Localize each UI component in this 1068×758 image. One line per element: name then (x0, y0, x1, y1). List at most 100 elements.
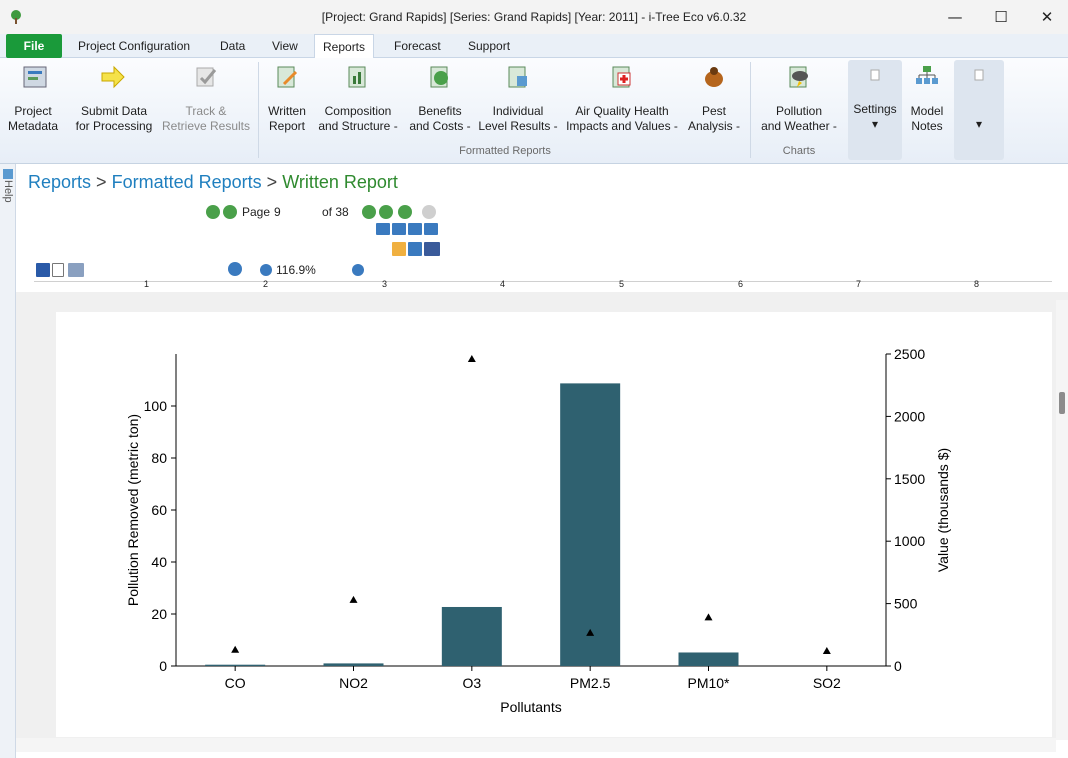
breadcrumb-reports[interactable]: Reports (28, 172, 91, 192)
minimize-button[interactable]: — (932, 0, 978, 34)
value-marker (704, 613, 713, 621)
vertical-scrollbar[interactable] (1056, 300, 1068, 740)
individual-level-button[interactable]: Individual Level Results - (474, 62, 562, 140)
hand-tool-icon[interactable] (392, 242, 406, 256)
page-number-input[interactable]: 9 (274, 205, 318, 219)
track-label-1: Track & (185, 104, 227, 118)
multi-page-view-icon[interactable] (424, 223, 438, 235)
extra-dropdown-button[interactable]: ▾ (954, 62, 1004, 140)
y2-tick-label: 500 (894, 596, 918, 612)
menu-forecast[interactable]: Forecast (386, 34, 449, 58)
report-document-area[interactable]: 0 20 40 60 80 100 0 500 1000 1500 2000 2500 CO NO2 O3 P… (16, 292, 1068, 738)
submit-data-label-1: Submit Data (80, 104, 148, 118)
menu-file[interactable]: File (6, 34, 62, 58)
pest-label-2: Analysis - (687, 119, 740, 133)
title-bar: [Project: Grand Rapids] [Series: Grand R… (0, 0, 1068, 34)
y-tick-label: 20 (151, 606, 167, 622)
y-tick-label: 80 (151, 450, 167, 466)
previous-page-icon[interactable] (223, 205, 237, 219)
written-report-button[interactable]: Written Report (262, 62, 312, 140)
menu-view[interactable]: View (264, 34, 306, 58)
ruler-number: 6 (738, 279, 744, 289)
submit-data-button[interactable]: Submit Data for Processing (70, 62, 158, 140)
y-axis-title: Pollution Removed (metric ton) (125, 414, 141, 606)
horizontal-scrollbar[interactable] (16, 738, 1056, 752)
y-tick-label: 60 (151, 502, 167, 518)
single-page-view-icon[interactable] (376, 223, 390, 235)
y-tick-label: 40 (151, 554, 167, 570)
menu-support[interactable]: Support (460, 34, 518, 58)
breadcrumb-written-report: Written Report (282, 172, 398, 192)
arrow-right-icon (101, 65, 125, 89)
stop-icon[interactable] (422, 205, 436, 219)
breadcrumb-separator: > (96, 172, 107, 192)
print-icon[interactable] (68, 263, 84, 277)
menu-data[interactable]: Data (212, 34, 253, 58)
find-icon[interactable] (424, 242, 440, 256)
save-icon[interactable] (36, 263, 50, 277)
pollution-label-1: Pollution (775, 104, 823, 118)
breadcrumb-separator: > (266, 172, 278, 192)
benefits-label-2: and Costs - (409, 119, 471, 133)
ruler-number: 3 (382, 279, 388, 289)
x-tick-label: PM2.5 (570, 675, 611, 691)
group-label-formatted-reports: Formatted Reports (459, 145, 551, 157)
x-tick-label: SO2 (813, 675, 841, 691)
help-tab-label[interactable]: Help (2, 180, 14, 203)
ruler-number: 5 (619, 279, 625, 289)
pest-icon (705, 67, 723, 87)
project-metadata-button[interactable]: Project Metadata (2, 62, 64, 140)
group-label-charts: Charts (782, 145, 816, 157)
pollution-label-2: and Weather - (761, 119, 837, 133)
bar (441, 606, 502, 666)
settings-icon (870, 69, 880, 81)
window-title: [Project: Grand Rapids] [Series: Grand R… (321, 10, 747, 24)
zoom-out-icon[interactable] (260, 264, 272, 276)
first-page-icon[interactable] (206, 205, 220, 219)
ribbon-separator (258, 62, 259, 158)
settings-button[interactable]: Settings ▾ (848, 62, 902, 140)
value-marker (467, 354, 476, 362)
individual-icon (508, 66, 527, 88)
pollution-weather-button[interactable]: Pollution and Weather - (752, 62, 846, 140)
close-button[interactable]: ✕ (1024, 0, 1068, 34)
maximize-button[interactable]: ☐ (978, 0, 1024, 34)
menu-reports[interactable]: Reports (314, 34, 375, 58)
next-page-icon[interactable] (362, 205, 376, 219)
continuous-view-icon[interactable] (392, 223, 406, 235)
model-notes-label-2: Notes (911, 119, 943, 133)
help-side-tab[interactable] (0, 164, 16, 758)
air-quality-health-button[interactable]: Air Quality Health Impacts and Values - (560, 62, 684, 140)
ribbon-separator (750, 62, 751, 158)
zoom-plus-icon[interactable] (352, 264, 364, 276)
last-page-icon[interactable] (379, 205, 393, 219)
breadcrumb: Reports > Formatted Reports > Written Re… (28, 172, 398, 193)
menu-project-configuration[interactable]: Project Configuration (70, 34, 198, 58)
x-tick-label: PM10* (687, 675, 730, 691)
benefits-button[interactable]: Benefits and Costs - (404, 62, 476, 140)
y-tick-label: 100 (144, 398, 168, 414)
refresh-icon[interactable] (398, 205, 412, 219)
vertical-scroll-thumb[interactable] (1059, 392, 1065, 414)
zoom-value[interactable]: 116.9% (276, 263, 316, 277)
y2-tick-label: 0 (894, 658, 902, 674)
facing-view-icon[interactable] (408, 223, 422, 235)
composition-button[interactable]: Composition and Structure - (310, 62, 406, 140)
y2-axis-title: Value (thousands $) (935, 448, 951, 572)
written-report-label-2: Report (268, 119, 306, 133)
y2-tick-label: 2500 (894, 346, 925, 362)
zoom-in-icon[interactable] (228, 262, 242, 276)
individual-label-1: Individual (492, 104, 544, 118)
bar (560, 383, 621, 666)
extra-chevron-down-icon: ▾ (975, 117, 983, 131)
breadcrumb-formatted-reports[interactable]: Formatted Reports (112, 172, 262, 192)
pest-analysis-button[interactable]: Pest Analysis - (684, 62, 744, 140)
model-notes-button[interactable]: Model Notes (904, 62, 950, 140)
submit-data-label-2: for Processing (75, 119, 153, 133)
individual-label-2: Level Results - (478, 119, 558, 133)
page-setup-icon[interactable] (52, 263, 64, 277)
text-select-icon[interactable] (408, 242, 422, 256)
written-report-icon (277, 66, 298, 88)
health-label-2: Impacts and Values - (566, 119, 678, 133)
menu-bar: File Project Configuration Data View Rep… (0, 34, 1068, 58)
